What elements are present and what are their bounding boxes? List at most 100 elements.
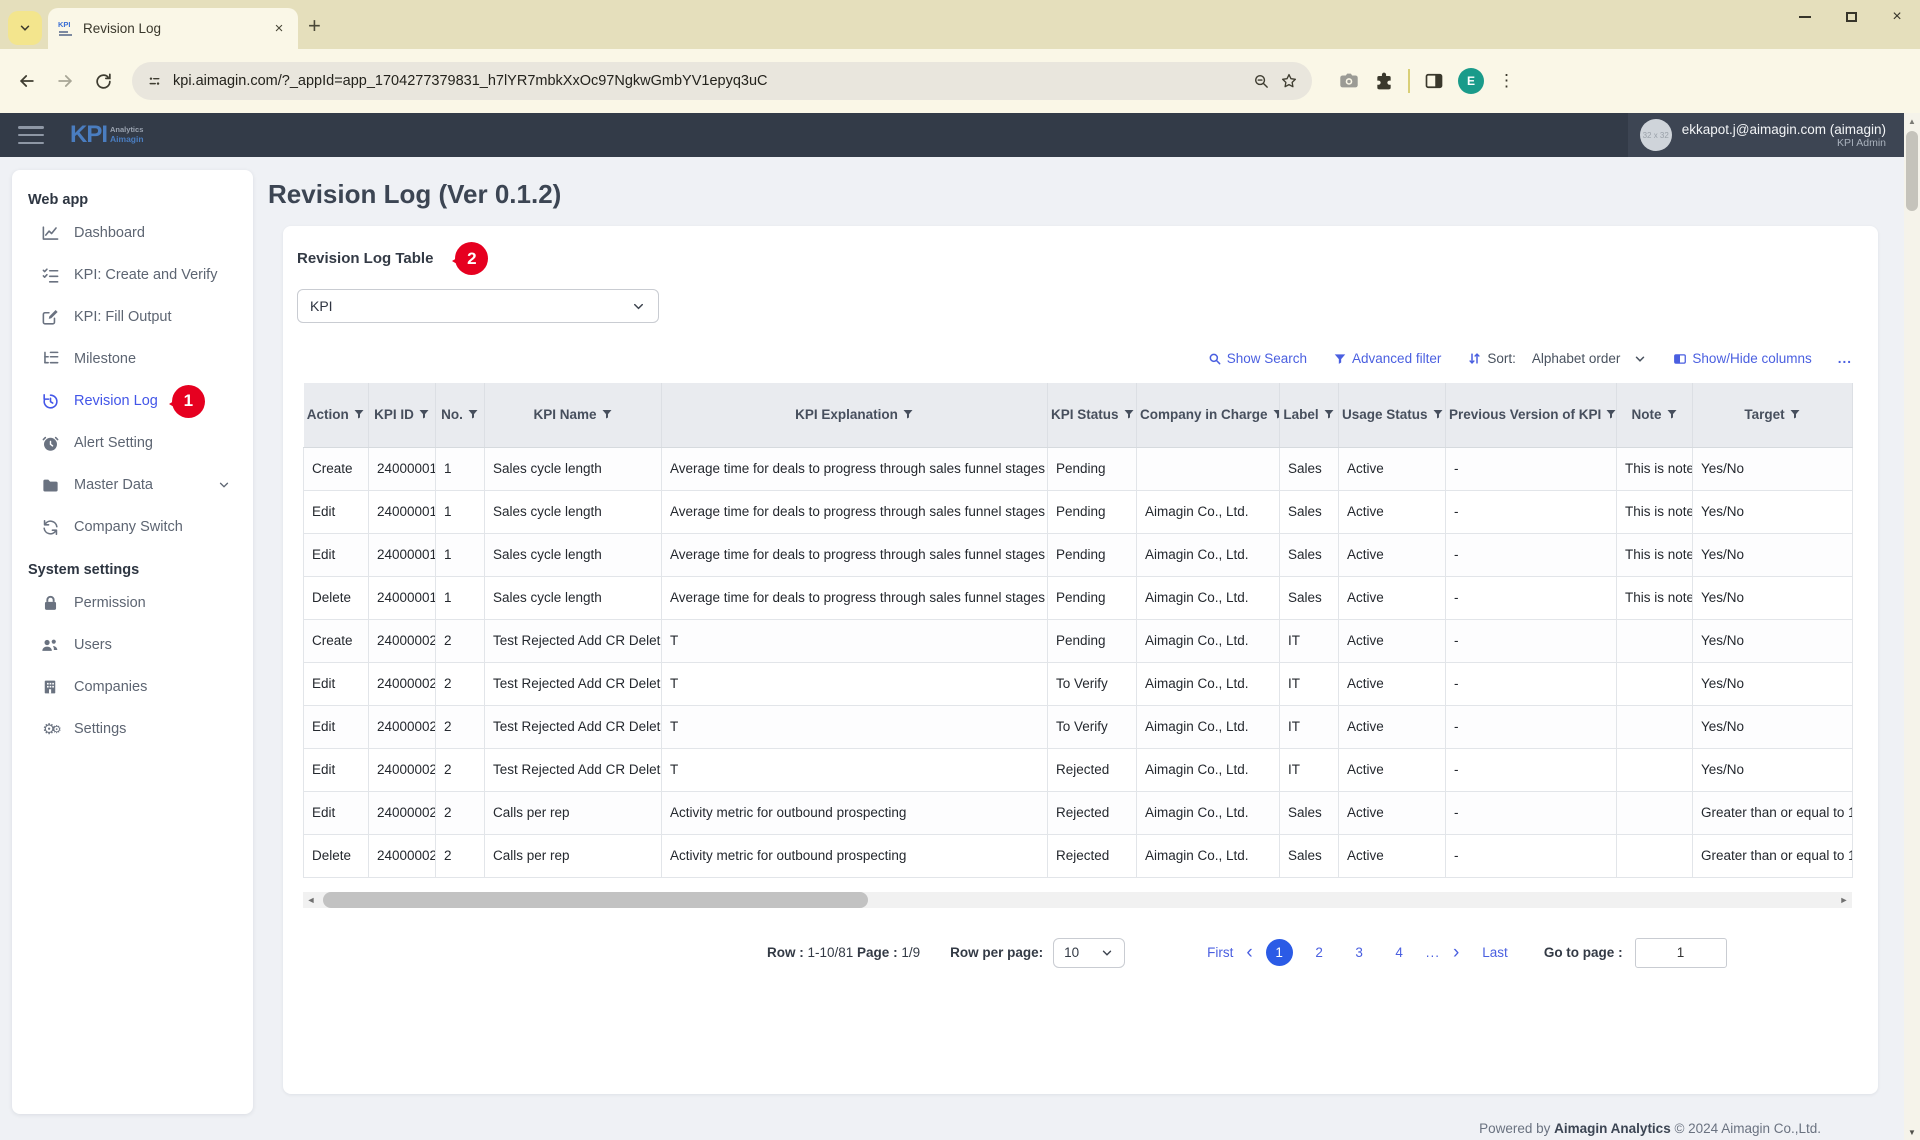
edit-square-icon: [40, 307, 60, 327]
column-header[interactable]: Label: [1279, 383, 1339, 448]
table-cell: 1: [435, 576, 485, 620]
table-row[interactable]: Create 24000002 2 Test Rejected Add CR Dele…: [303, 619, 1853, 663]
new-tab-button[interactable]: +: [308, 13, 321, 39]
column-header[interactable]: KPI Explanation: [661, 383, 1048, 448]
column-header[interactable]: Action: [303, 383, 369, 448]
column-filter-icon[interactable]: [1272, 408, 1279, 420]
table-row[interactable]: Edit 24000002 2 Test Rejected Add CR Delete…: [303, 662, 1853, 706]
scroll-up-icon[interactable]: ▲: [1904, 113, 1920, 129]
table-row[interactable]: Edit 24000002 2 Test Rejected Add CR Delete…: [303, 705, 1853, 749]
table-row[interactable]: Delete 24000001 1 Sales cycle length Average…: [303, 576, 1853, 620]
url-text[interactable]: kpi.aimagin.com/?_appId=app_170427737983…: [173, 73, 1243, 89]
table-row[interactable]: Edit 24000002 2 Calls per rep Activity metri…: [303, 791, 1853, 835]
column-filter-icon[interactable]: [1123, 408, 1135, 420]
column-header[interactable]: No.: [435, 383, 485, 448]
column-header[interactable]: KPI ID: [368, 383, 436, 448]
scroll-left-icon[interactable]: ◄: [303, 892, 319, 908]
sidebar-item-revision-log[interactable]: Revision Log 1: [12, 380, 253, 422]
last-page-link[interactable]: Last: [1482, 945, 1508, 960]
show-search-button[interactable]: Show Search: [1208, 351, 1307, 366]
table-row[interactable]: Delete 24000002 2 Calls per rep Activity met…: [303, 834, 1853, 878]
column-filter-icon[interactable]: [418, 408, 430, 420]
sidebar-item-users[interactable]: Users: [12, 624, 253, 666]
browser-actions: E ⋮: [1338, 68, 1515, 94]
table-row[interactable]: Edit 24000002 2 Test Rejected Add CR Delete…: [303, 748, 1853, 792]
hamburger-menu-icon[interactable]: [18, 126, 44, 144]
sidebar-item-milestone[interactable]: Milestone: [12, 338, 253, 380]
column-filter-icon[interactable]: [467, 408, 479, 420]
column-filter-icon[interactable]: [1323, 408, 1335, 420]
column-filter-icon[interactable]: [1789, 408, 1801, 420]
table-cell: Sales cycle length: [484, 490, 662, 534]
app-logo[interactable]: KPI Analytics Aimagin: [70, 123, 144, 147]
vertical-scrollbar[interactable]: ▲ ▼: [1904, 113, 1920, 1140]
goto-page-input[interactable]: 1: [1634, 937, 1727, 968]
table-cell: Average time for deals to progress throu…: [661, 533, 1048, 577]
column-filter-icon[interactable]: [902, 408, 914, 420]
browser-profile-avatar[interactable]: E: [1458, 68, 1484, 94]
sidebar-item-kpi-create-verify[interactable]: KPI: Create and Verify: [12, 254, 253, 296]
site-settings-icon[interactable]: [146, 73, 163, 90]
advanced-filter-button[interactable]: Advanced filter: [1333, 351, 1441, 366]
sidebar-item-settings[interactable]: ⚙ ⚙ Settings: [12, 708, 253, 750]
scroll-down-icon[interactable]: ▼: [1904, 1124, 1920, 1140]
page-number-2[interactable]: 2: [1306, 939, 1333, 966]
prev-page-icon[interactable]: ‹: [1246, 943, 1252, 962]
close-tab-icon[interactable]: ×: [270, 20, 288, 38]
column-filter-icon[interactable]: [1605, 408, 1616, 420]
user-menu[interactable]: 32 x 32 ekkapot.j@aimagin.com (aimagin) …: [1627, 113, 1904, 157]
page-number-1[interactable]: 1: [1265, 939, 1293, 966]
column-header[interactable]: Usage Status: [1338, 383, 1446, 448]
table-row[interactable]: Create 24000001 1 Sales cycle length Average…: [303, 447, 1853, 491]
column-header[interactable]: KPI Name: [484, 383, 662, 448]
horizontal-scroll-thumb[interactable]: [323, 891, 868, 908]
scroll-right-icon[interactable]: ►: [1836, 892, 1852, 908]
sidebar-item-master-data[interactable]: Master Data: [12, 464, 253, 506]
sidebar-item-alert-setting[interactable]: Alert Setting: [12, 422, 253, 464]
more-options-button[interactable]: ...: [1838, 351, 1852, 366]
camera-icon[interactable]: [1338, 70, 1360, 92]
rows-per-page-select[interactable]: 10: [1053, 937, 1126, 968]
forward-icon[interactable]: [48, 64, 82, 98]
browser-menu-icon[interactable]: ⋮: [1498, 71, 1515, 91]
maximize-button[interactable]: [1828, 0, 1874, 34]
table-row[interactable]: Edit 24000001 1 Sales cycle length Average t…: [303, 490, 1853, 534]
column-filter-icon[interactable]: [353, 408, 365, 420]
reload-icon[interactable]: [86, 64, 120, 98]
bookmark-star-icon[interactable]: [1280, 72, 1298, 90]
extensions-puzzle-icon[interactable]: [1374, 71, 1394, 91]
sidebar-item-companies[interactable]: Companies: [12, 666, 253, 708]
page-number-3[interactable]: 3: [1346, 939, 1373, 966]
sidebar-item-permission[interactable]: Permission: [12, 582, 253, 624]
side-panel-icon[interactable]: [1424, 71, 1444, 91]
column-header[interactable]: Target: [1692, 383, 1853, 448]
sort-control[interactable]: Sort: Alphabet order: [1467, 351, 1647, 366]
table-row[interactable]: Edit 24000001 1 Sales cycle length Average t…: [303, 533, 1853, 577]
column-header[interactable]: Previous Version of KPI: [1445, 383, 1617, 448]
column-header[interactable]: Company in Charge: [1136, 383, 1280, 448]
table-cell: Aimagin Co., Ltd.: [1136, 662, 1280, 706]
sidebar-item-kpi-fill-output[interactable]: KPI: Fill Output: [12, 296, 253, 338]
revision-table-select[interactable]: KPI: [297, 289, 659, 323]
sidebar-section-system-settings: System settings: [28, 562, 140, 578]
show-hide-columns-button[interactable]: Show/Hide columns: [1673, 351, 1812, 366]
address-bar[interactable]: kpi.aimagin.com/?_appId=app_170427737983…: [132, 62, 1312, 100]
zoom-out-icon[interactable]: [1253, 73, 1270, 90]
sidebar-item-dashboard[interactable]: Dashboard: [12, 212, 253, 254]
first-page-link[interactable]: First: [1207, 945, 1233, 960]
column-header[interactable]: KPI Status: [1047, 383, 1137, 448]
back-icon[interactable]: [10, 64, 44, 98]
column-filter-icon[interactable]: [1666, 408, 1678, 420]
close-window-button[interactable]: ×: [1874, 0, 1920, 34]
horizontal-scrollbar[interactable]: ◄ ►: [303, 891, 1852, 908]
column-header[interactable]: Note: [1616, 383, 1693, 448]
sidebar-item-company-switch[interactable]: Company Switch: [12, 506, 253, 548]
browser-tab[interactable]: KPI Revision Log ×: [48, 8, 298, 49]
page-number-4[interactable]: 4: [1386, 939, 1413, 966]
column-filter-icon[interactable]: [601, 408, 613, 420]
column-filter-icon[interactable]: [1432, 408, 1444, 420]
tab-search-button[interactable]: [8, 11, 42, 45]
minimize-button[interactable]: [1782, 0, 1828, 34]
next-page-icon[interactable]: ›: [1453, 943, 1459, 962]
vertical-scroll-thumb[interactable]: [1906, 131, 1918, 211]
